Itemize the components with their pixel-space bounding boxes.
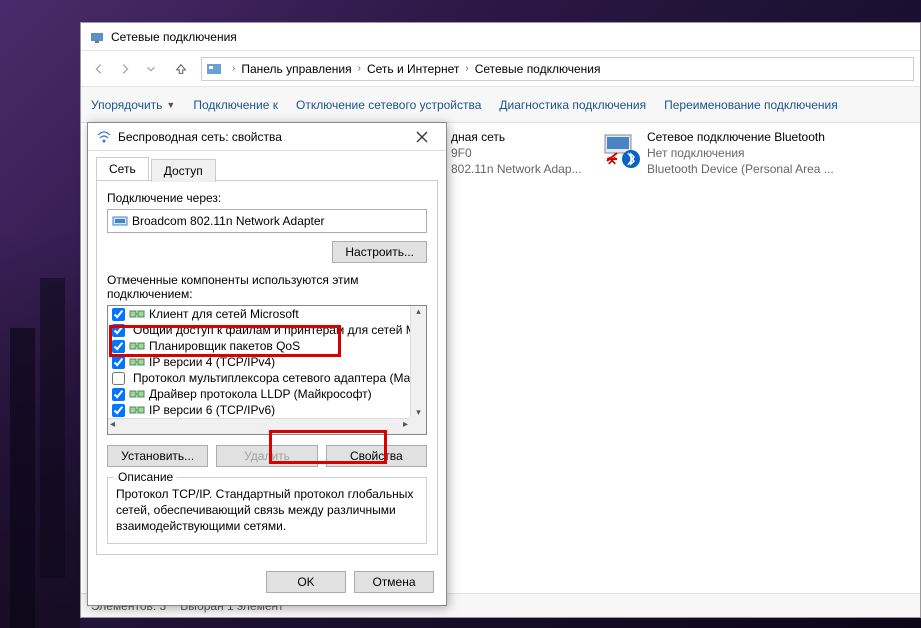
protocol-icon: [129, 403, 145, 417]
component-checkbox[interactable]: [112, 388, 125, 401]
component-label: IP версии 6 (TCP/IPv6): [149, 403, 275, 417]
component-item[interactable]: Драйвер протокола LLDP (Майкрософт): [108, 386, 410, 402]
component-label: Драйвер протокола LLDP (Майкрософт): [149, 387, 372, 401]
component-checkbox[interactable]: [112, 404, 125, 417]
vertical-scrollbar[interactable]: [410, 306, 426, 418]
component-label: Общий доступ к файлам и принтерам для се…: [133, 323, 410, 337]
command-bar: Упорядочить▼ Подключение к Отключение се…: [81, 87, 920, 123]
breadcrumb[interactable]: › Панель управления › Сеть и Интернет › …: [201, 57, 914, 81]
protocol-icon: [129, 339, 145, 353]
description-text: Протокол TCP/IP. Стандартный протокол гл…: [116, 486, 418, 535]
properties-dialog: Беспроводная сеть: свойства Сеть Доступ …: [87, 122, 447, 606]
component-checkbox[interactable]: [112, 372, 125, 385]
nav-recent-button[interactable]: [139, 57, 163, 81]
ok-button[interactable]: OK: [266, 571, 346, 593]
protocol-icon: [129, 307, 145, 321]
component-item[interactable]: IP версии 6 (TCP/IPv6): [108, 402, 410, 418]
cancel-button[interactable]: Отмена: [354, 571, 434, 593]
component-label: Планировщик пакетов QoS: [149, 339, 300, 353]
adapter-name: Broadcom 802.11n Network Adapter: [132, 214, 325, 228]
component-item[interactable]: IP версии 4 (TCP/IPv4): [108, 354, 410, 370]
connection-status: Нет подключения: [647, 145, 834, 161]
connection-ssid: 9F0: [451, 145, 582, 161]
disable-device-button[interactable]: Отключение сетевого устройства: [296, 98, 481, 112]
tab-access[interactable]: Доступ: [151, 159, 216, 182]
component-item[interactable]: Клиент для сетей Microsoft: [108, 306, 410, 322]
tab-page-network: Подключение через: Broadcom 802.11n Netw…: [96, 180, 438, 555]
protocol-icon: [129, 355, 145, 369]
component-label: Протокол мультиплексора сетевого адаптер…: [133, 371, 410, 385]
nav-up-button[interactable]: [169, 57, 193, 81]
close-button[interactable]: [406, 126, 438, 148]
connection-adapter: 802.11n Network Adap...: [451, 161, 582, 177]
component-checkbox[interactable]: [112, 340, 125, 353]
window-title: Сетевые подключения: [111, 30, 237, 44]
components-listbox[interactable]: Клиент для сетей Microsoft Общий доступ к…: [107, 305, 427, 435]
components-label: Отмеченные компоненты используются этим …: [107, 273, 427, 301]
connection-name: Сетевое подключение Bluetooth: [647, 129, 834, 145]
connect-to-button[interactable]: Подключение к: [193, 98, 278, 112]
uninstall-button[interactable]: Удалить: [216, 445, 317, 467]
dialog-titlebar: Беспроводная сеть: свойства: [88, 123, 446, 151]
component-label: Клиент для сетей Microsoft: [149, 307, 299, 321]
horizontal-scrollbar[interactable]: [108, 418, 410, 434]
configure-button[interactable]: Настроить...: [332, 241, 427, 263]
component-label: IP версии 4 (TCP/IPv4): [149, 355, 275, 369]
nav-back-button[interactable]: [87, 57, 111, 81]
install-button[interactable]: Установить...: [107, 445, 208, 467]
chevron-right-icon: ›: [358, 63, 361, 74]
rename-button[interactable]: Переименование подключения: [664, 98, 838, 112]
connection-device: Bluetooth Device (Personal Area ...: [647, 161, 834, 177]
network-icon: [89, 29, 105, 45]
titlebar: Сетевые подключения: [81, 23, 920, 51]
description-group: Описание Протокол TCP/IP. Стандартный пр…: [107, 477, 427, 544]
chevron-right-icon: ›: [465, 63, 468, 74]
bluetooth-connection-icon: ✕: [601, 129, 641, 169]
component-item[interactable]: Протокол мультиплексора сетевого адаптер…: [108, 370, 410, 386]
tab-row: Сеть Доступ: [88, 151, 446, 180]
organize-menu[interactable]: Упорядочить▼: [91, 98, 175, 112]
connection-name: дная сеть: [451, 129, 582, 145]
dialog-title: Беспроводная сеть: свойства: [118, 130, 406, 144]
component-checkbox[interactable]: [112, 308, 125, 321]
control-panel-icon: [206, 61, 222, 77]
chevron-right-icon: ›: [232, 63, 235, 74]
scroll-corner: [410, 418, 426, 434]
breadcrumb-mid[interactable]: Сеть и Интернет: [367, 62, 459, 76]
component-checkbox[interactable]: [112, 356, 125, 369]
adapter-field: Broadcom 802.11n Network Adapter: [107, 209, 427, 233]
protocol-icon: [129, 387, 145, 401]
connection-item-bluetooth[interactable]: ✕ Сетевое подключение Bluetooth Нет подк…: [601, 129, 851, 178]
tab-network[interactable]: Сеть: [96, 157, 149, 180]
breadcrumb-leaf[interactable]: Сетевые подключения: [475, 62, 601, 76]
component-item[interactable]: Общий доступ к файлам и принтерам для се…: [108, 322, 410, 338]
component-checkbox[interactable]: [112, 324, 125, 337]
adapter-icon: [112, 214, 128, 228]
connect-via-label: Подключение через:: [107, 191, 427, 205]
properties-button[interactable]: Свойства: [326, 445, 427, 467]
svg-text:✕: ✕: [607, 154, 617, 168]
diagnose-button[interactable]: Диагностика подключения: [499, 98, 646, 112]
nav-bar: › Панель управления › Сеть и Интернет › …: [81, 51, 920, 87]
chevron-down-icon: ▼: [166, 100, 175, 110]
description-legend: Описание: [114, 470, 177, 484]
nav-forward-button[interactable]: [113, 57, 137, 81]
component-item[interactable]: Планировщик пакетов QoS: [108, 338, 410, 354]
dialog-button-row: OK Отмена: [88, 563, 446, 605]
breadcrumb-root[interactable]: Панель управления: [241, 62, 351, 76]
wifi-icon: [96, 129, 112, 145]
